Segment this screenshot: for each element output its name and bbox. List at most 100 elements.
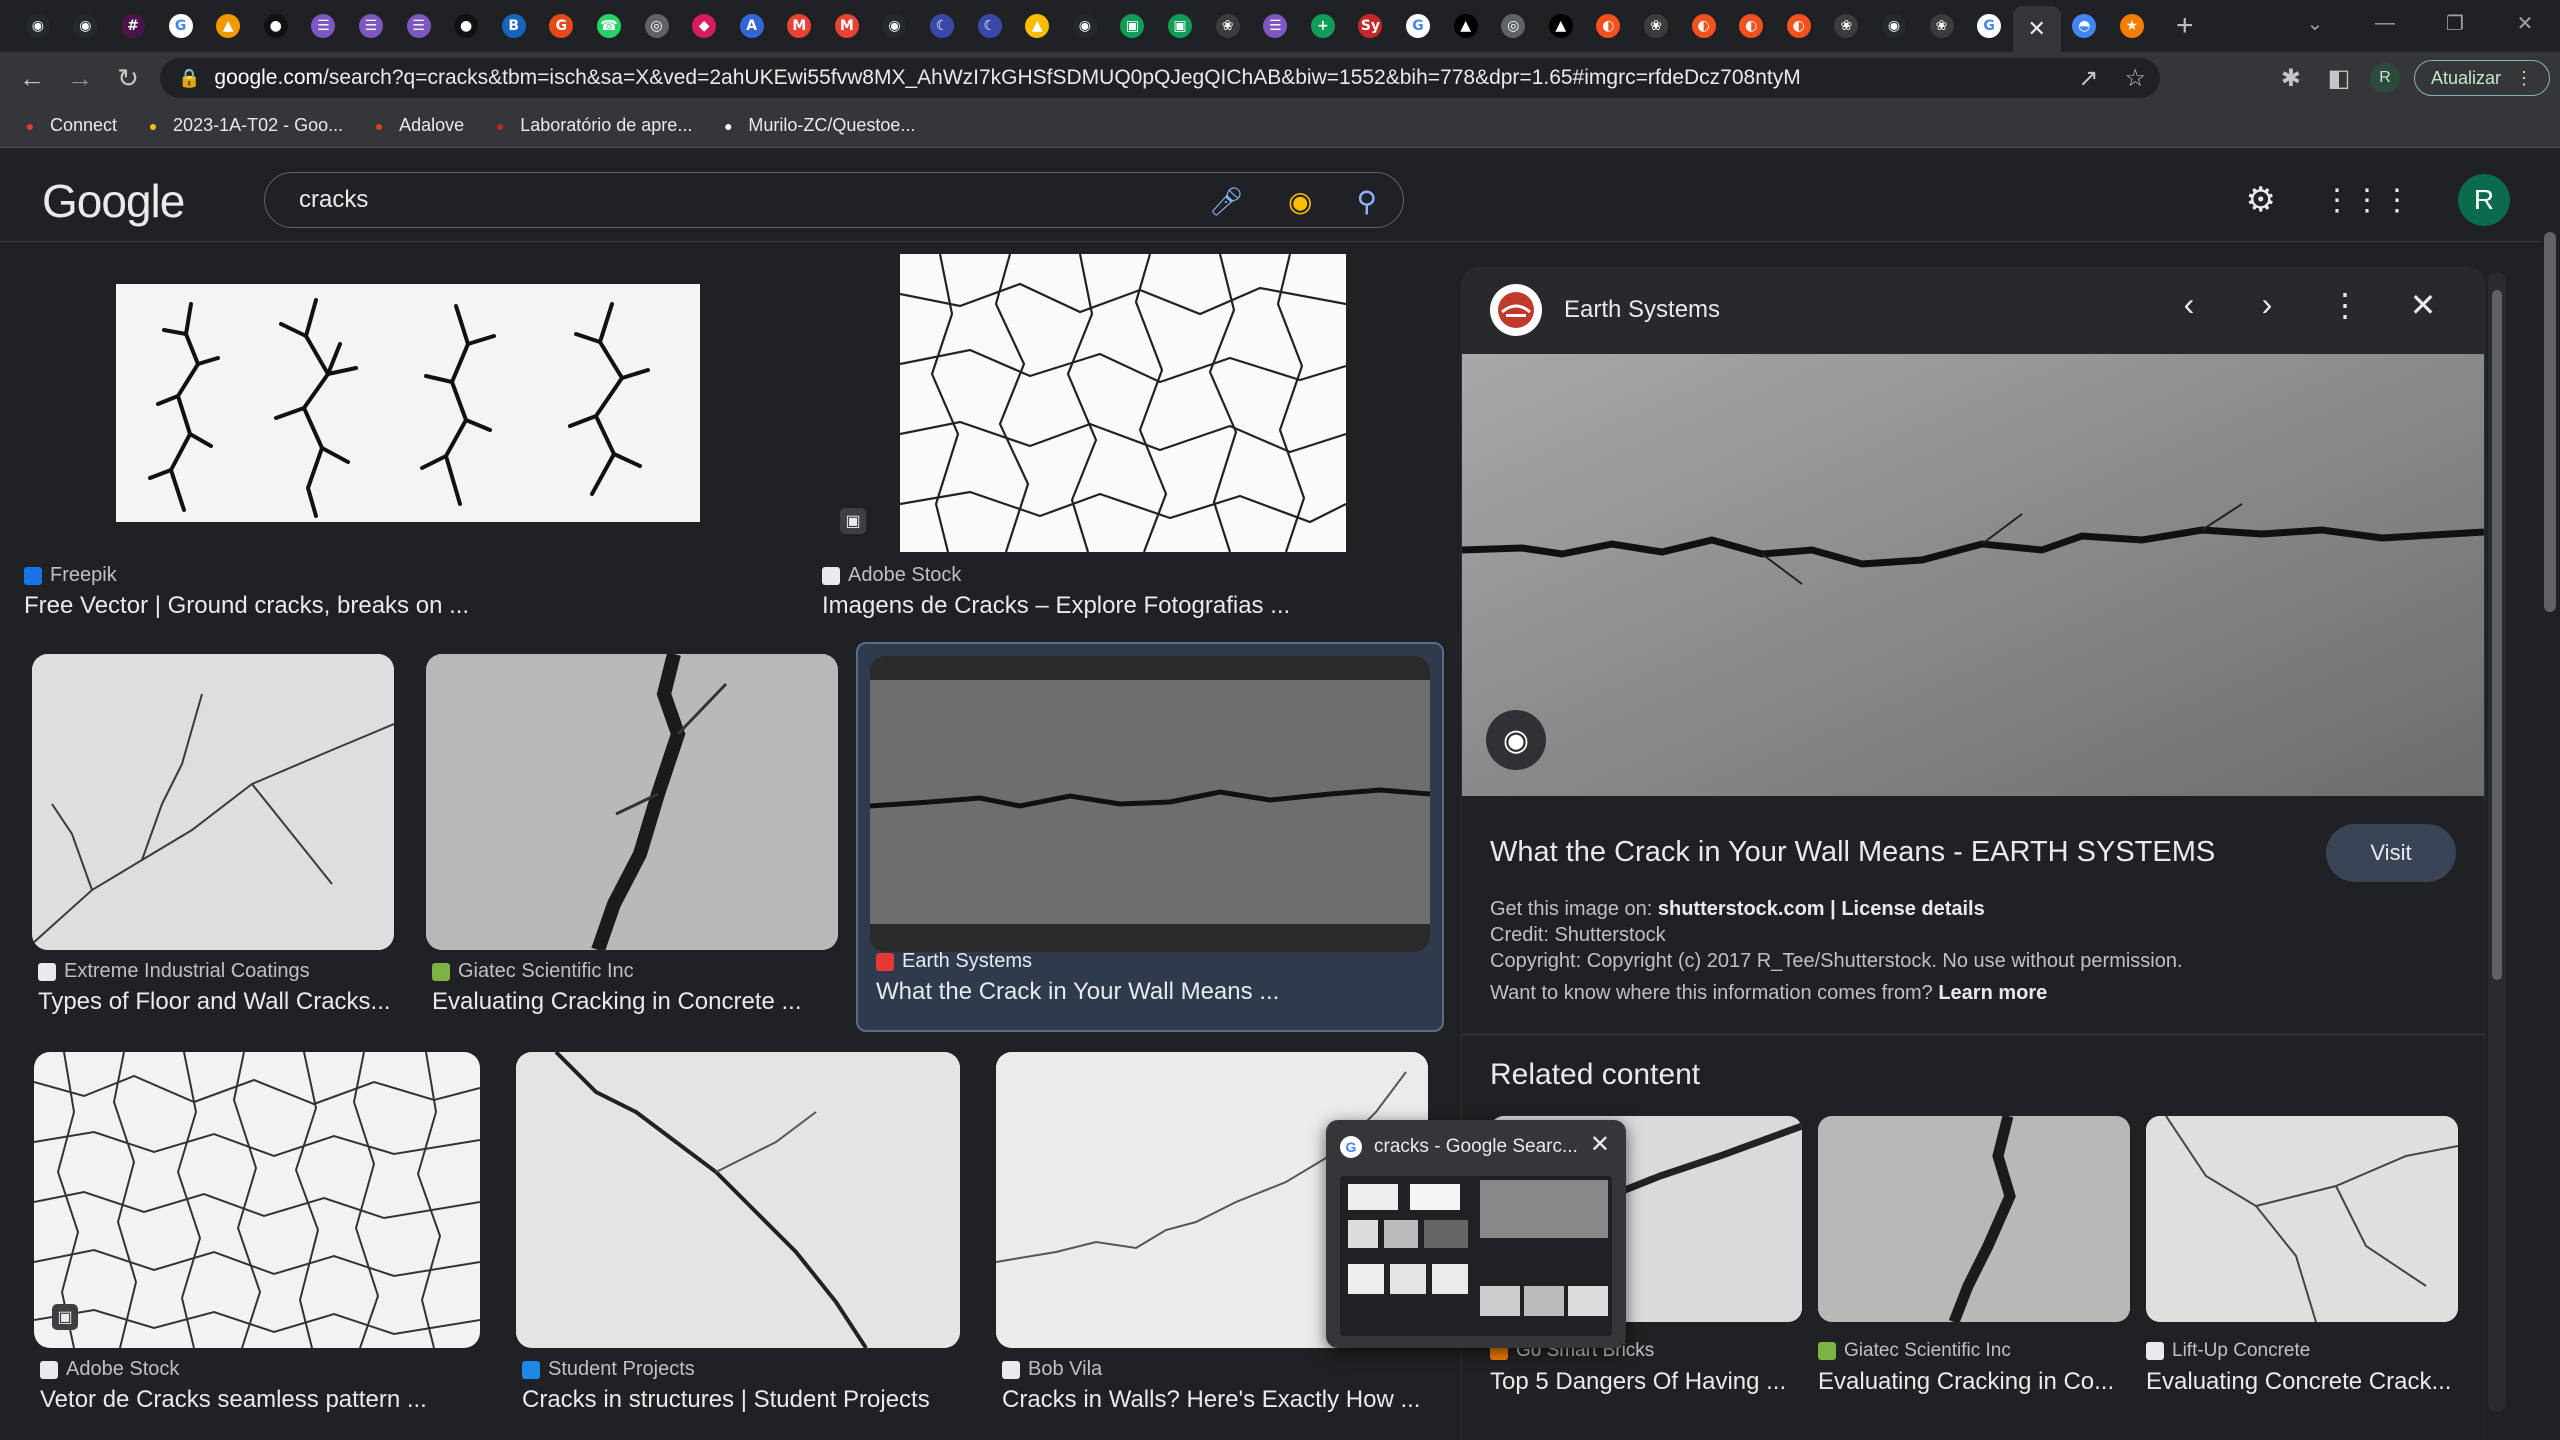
browser-tab[interactable]: ◆ [680,6,728,46]
lens-icon[interactable]: ◉ [1288,185,1312,218]
browser-tab[interactable]: A [728,6,776,46]
browser-tab[interactable]: ☾ [966,6,1014,46]
preview-close-icon[interactable]: ✕ [1590,1130,1610,1159]
shutterstock-link[interactable]: shutterstock.com [1658,898,1825,920]
browser-tab[interactable]: M [776,6,824,46]
panel-scrollbar[interactable] [2488,272,2506,1412]
result-title[interactable]: Types of Floor and Wall Cracks... [38,988,394,1016]
browser-tab[interactable]: Sy [1347,6,1395,46]
page-scrollbar-thumb[interactable] [2544,232,2556,612]
apps-grid-icon[interactable]: ⋮⋮⋮ [2322,183,2412,218]
result-thumbnail[interactable] [116,284,700,522]
related-title[interactable]: Evaluating Concrete Crack... [2146,1368,2458,1396]
back-icon[interactable]: ← [8,54,56,102]
browser-tab[interactable]: ▲ [1537,6,1585,46]
browser-tab[interactable]: ☎ [585,6,633,46]
result-title[interactable]: Imagens de Cracks – Explore Fotografias … [822,592,1422,620]
reload-icon[interactable]: ↻ [104,54,152,102]
result-thumbnail[interactable] [426,654,838,950]
search-input[interactable] [299,186,1099,214]
related-title[interactable]: Evaluating Cracking in Co... [1818,1368,2130,1396]
side-panel-icon[interactable]: ◧ [2322,64,2356,93]
earth-systems-logo[interactable] [1490,284,1542,336]
related-thumbnail[interactable] [2146,1116,2458,1322]
browser-tab[interactable]: ❀ [1823,6,1871,46]
panel-source-name[interactable]: Earth Systems [1564,296,1720,324]
bookmark-star-icon[interactable]: ☆ [2124,64,2146,93]
previous-icon[interactable]: ‹ [2172,286,2206,324]
result-card[interactable]: Giatec Scientific Inc Evaluating Crackin… [426,654,838,1034]
minimize-icon[interactable]: — [2350,0,2420,46]
browser-tab[interactable]: ❀ [1204,6,1252,46]
browser-tab[interactable]: ◎ [1489,6,1537,46]
browser-tab[interactable]: ◎ [633,6,681,46]
google-logo[interactable]: Google [42,174,185,228]
browser-tab[interactable]: ☾ [918,6,966,46]
bookmark-item[interactable]: ● Murilo-ZC/Questoe... [718,115,915,136]
window-close-icon[interactable]: ✕ [2490,0,2560,46]
panel-main-image[interactable]: ◉ [1462,354,2484,796]
result-card[interactable]: Freepik Free Vector | Ground cracks, bre… [24,252,784,632]
tab-active[interactable]: ✕ [2012,6,2061,52]
result-thumbnail[interactable] [516,1052,960,1348]
update-button[interactable]: Atualizar ⋮ [2413,60,2550,96]
more-options-icon[interactable]: ⋮ [2328,286,2362,324]
browser-tab[interactable]: ▣ [1156,6,1204,46]
browser-tab[interactable]: ◐ [1727,6,1775,46]
browser-tab[interactable]: ▲ [1013,6,1061,46]
bookmark-item[interactable]: ● Adalove [369,115,464,136]
browser-tab[interactable]: ● [252,6,300,46]
browser-tab[interactable]: ◐ [1680,6,1728,46]
result-title[interactable]: What the Crack in Your Wall Means ... [876,978,1436,1006]
result-card[interactable]: Extreme Industrial Coatings Types of Flo… [32,654,394,1034]
result-thumbnail[interactable] [34,1052,480,1348]
result-card-selected[interactable]: Earth Systems What the Crack in Your Wal… [856,642,1444,1032]
browser-tab[interactable]: G [1965,6,2013,46]
browser-tab[interactable]: ▲ [204,6,252,46]
extensions-icon[interactable]: ✱ [2274,64,2308,93]
google-lens-icon[interactable]: ◉ [1486,710,1546,770]
browser-tab[interactable]: ◉ [14,6,62,46]
tab-search-icon[interactable]: ⌄ [2280,0,2350,46]
bookmark-item[interactable]: ● 2023-1A-T02 - Goo... [143,115,343,136]
result-card[interactable]: Student Projects Cracks in structures | … [516,1052,962,1432]
microphone-icon[interactable]: 🎤︎ [1209,185,1245,218]
browser-tab[interactable]: ▣ [1109,6,1157,46]
browser-tab[interactable]: ◉ [62,6,110,46]
result-title[interactable]: Free Vector | Ground cracks, breaks on .… [24,592,764,620]
close-panel-icon[interactable]: ✕ [2406,286,2440,324]
result-thumbnail[interactable] [32,654,394,950]
browser-tab[interactable]: # [109,6,157,46]
browser-tab[interactable]: ☰ [347,6,395,46]
search-box[interactable]: 🎤︎ ◉ ⚲ [264,172,1404,228]
restore-icon[interactable]: ❐ [2420,0,2490,46]
browser-tab[interactable]: M [823,6,871,46]
browser-tab[interactable]: ❀ [1918,6,1966,46]
result-card[interactable]: ▣ Adobe Stock Imagens de Cracks – Explor… [822,252,1442,632]
panel-title[interactable]: What the Crack in Your Wall Means - EART… [1490,836,2215,869]
settings-gear-icon[interactable]: ⚙ [2246,180,2276,220]
browser-tab[interactable]: ◓ [2061,6,2109,46]
result-title[interactable]: Vetor de Cracks seamless pattern ... [40,1386,480,1414]
new-tab-icon[interactable]: + [2162,6,2208,46]
address-bar[interactable]: 🔒 google.com/search?q=cracks&tbm=isch&sa… [160,58,2160,98]
browser-tab[interactable]: ◐ [1775,6,1823,46]
browser-tab[interactable]: ▲ [1442,6,1490,46]
related-thumbnail[interactable] [1818,1116,2130,1322]
browser-tab[interactable]: G [538,6,586,46]
browser-tab[interactable]: ◉ [871,6,919,46]
result-title[interactable]: Cracks in Walls? Here's Exactly How ... [1002,1386,1422,1414]
search-icon[interactable]: ⚲ [1356,185,1377,218]
browser-tab[interactable]: G [1394,6,1442,46]
browser-tab[interactable]: + [1299,6,1347,46]
learn-more-link[interactable]: Learn more [1938,982,2047,1004]
browser-tab[interactable]: ◉ [1870,6,1918,46]
browser-tab[interactable]: ◉ [1061,6,1109,46]
result-title[interactable]: Evaluating Cracking in Concrete ... [432,988,832,1016]
visit-button[interactable]: Visit [2326,824,2456,882]
related-title[interactable]: Top 5 Dangers Of Having ... [1490,1368,1802,1396]
browser-tab[interactable]: ☰ [1251,6,1299,46]
share-icon[interactable]: ↗ [2078,64,2098,93]
browser-tab[interactable]: ◐ [1585,6,1633,46]
browser-tab[interactable]: ● [442,6,490,46]
